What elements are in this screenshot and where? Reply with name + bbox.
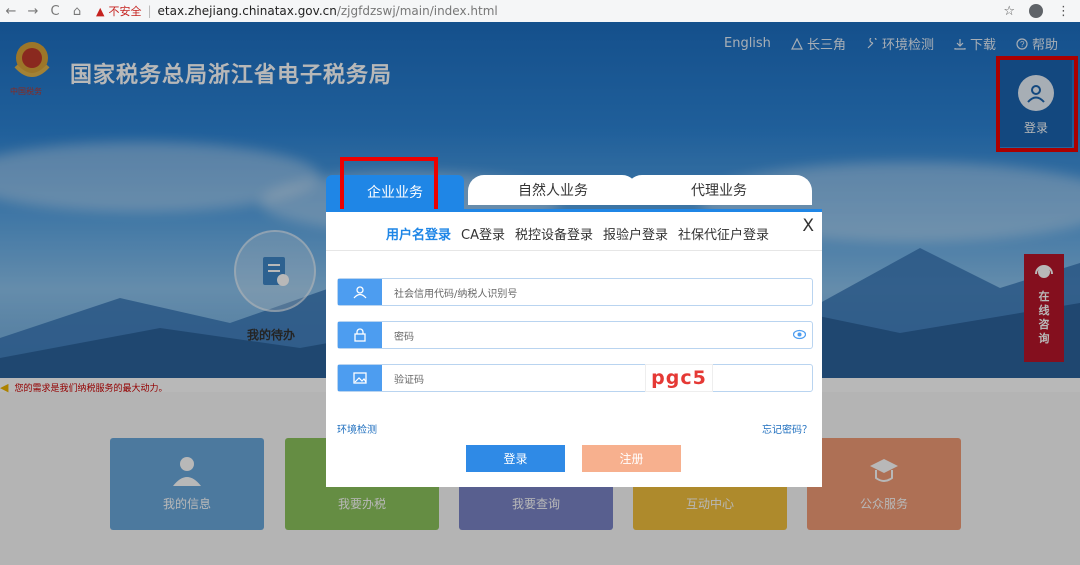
image-icon [338, 365, 382, 391]
subtab-social-security-login[interactable]: 社保代征户登录 [678, 224, 769, 243]
browser-toolbar: ← → C ⌂ ▲ 不安全 | etax.zhejiang.chinatax.g… [0, 0, 1080, 23]
register-button[interactable]: 注册 [582, 445, 681, 472]
login-method-tabs: 用户名登录 CA登录 税控设备登录 报验户登录 社保代征户登录 [386, 224, 769, 243]
subtabs-divider [326, 250, 822, 251]
user-icon [338, 279, 382, 305]
forgot-password-link[interactable]: 忘记密码？ [762, 421, 812, 436]
enterprise-tab-highlight [340, 157, 438, 215]
captcha-image[interactable]: pgc5 [645, 364, 713, 392]
subtab-username-login[interactable]: 用户名登录 [386, 224, 451, 243]
captcha-placeholder: 验证码 [394, 374, 424, 386]
subtab-tax-device-login[interactable]: 税控设备登录 [515, 224, 593, 243]
subtab-ca-login[interactable]: CA登录 [461, 224, 505, 243]
username-placeholder: 社会信用代码/纳税人识别号 [394, 288, 518, 300]
username-field[interactable]: 社会信用代码/纳税人识别号 [337, 278, 813, 306]
tab-natural-person[interactable]: 自然人业务 [468, 175, 638, 205]
tab-agent[interactable]: 代理业务 [626, 175, 812, 205]
show-password-eye-icon[interactable] [793, 328, 806, 341]
back-icon[interactable]: ← [0, 4, 22, 19]
tab-agent-label: 代理业务 [691, 183, 747, 199]
close-icon[interactable]: X [802, 216, 814, 236]
password-field[interactable]: 密码 [337, 321, 813, 349]
address-divider: | [147, 4, 152, 18]
browser-menu-icon[interactable]: ⋮ [1057, 4, 1070, 19]
reload-icon[interactable]: C [44, 4, 66, 19]
env-check-link-modal[interactable]: 环境检测 [337, 421, 377, 436]
password-placeholder: 密码 [394, 331, 414, 343]
security-label[interactable]: 不安全 [108, 3, 141, 19]
lock-icon [338, 322, 382, 348]
bookmark-star-icon[interactable]: ☆ [1003, 4, 1015, 19]
address-bar[interactable]: ▲ 不安全 | etax.zhejiang.chinatax.gov.cn/zj… [96, 0, 498, 22]
tab-natural-person-label: 自然人业务 [518, 183, 588, 199]
login-modal: X 用户名登录 CA登录 税控设备登录 报验户登录 社保代征户登录 社会信用代码… [326, 209, 822, 487]
home-icon[interactable]: ⌂ [66, 4, 88, 19]
profile-icon[interactable] [1029, 4, 1043, 18]
subtab-inspection-login[interactable]: 报验户登录 [603, 224, 668, 243]
captcha-field[interactable]: 验证码 [337, 364, 813, 392]
url-text[interactable]: etax.zhejiang.chinatax.gov.cn/zjgfdzswj/… [158, 4, 498, 18]
url-host: etax.zhejiang.chinatax.gov.cn [157, 4, 337, 18]
login-button[interactable]: 登录 [466, 445, 565, 472]
warning-icon: ▲ [96, 4, 105, 18]
forward-icon[interactable]: → [22, 4, 44, 19]
url-path: /zjgfdzswj/main/index.html [336, 4, 498, 18]
